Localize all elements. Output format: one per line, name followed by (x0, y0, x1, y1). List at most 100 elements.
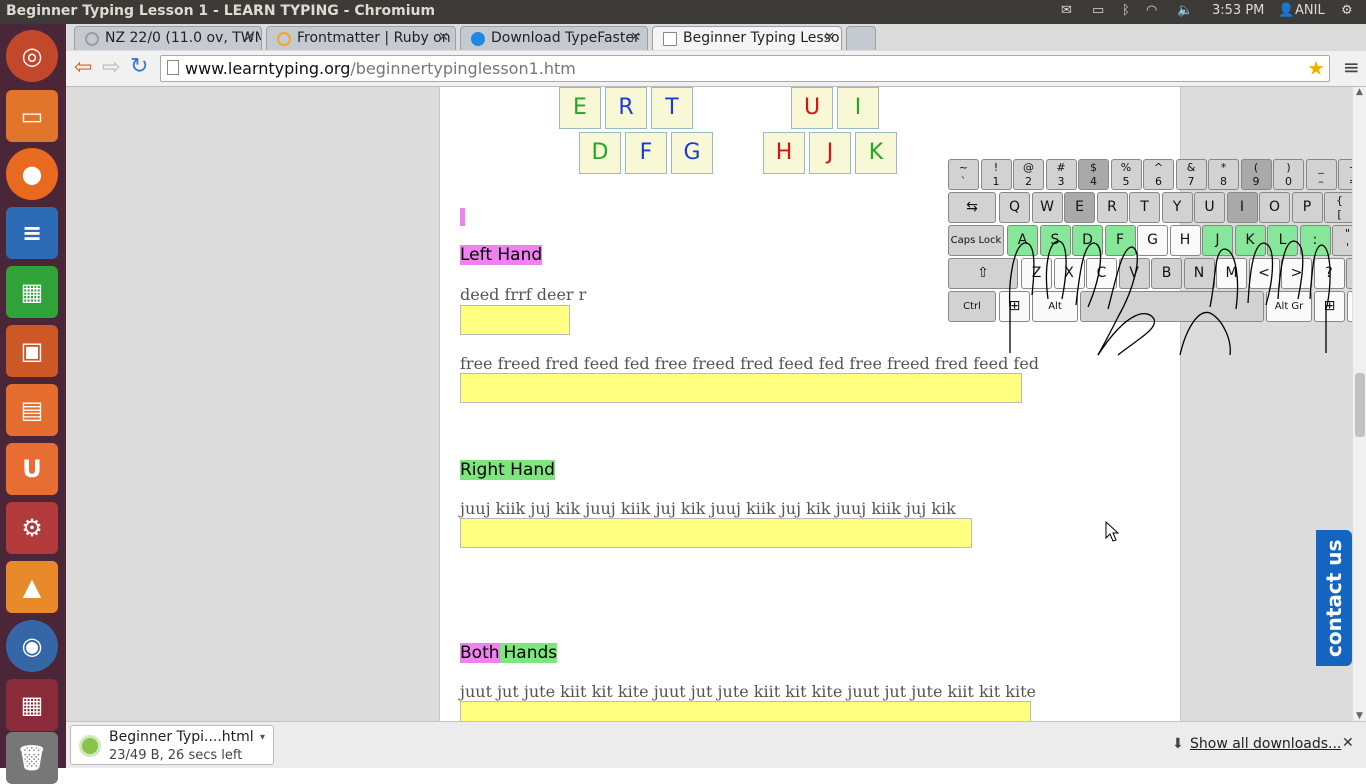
key-p: P (1291, 192, 1323, 223)
bracket-key-0: {[ (1324, 192, 1352, 223)
trash-icon[interactable]: 🗑 (6, 732, 58, 784)
both-hands-heading: Both Hands (460, 643, 558, 663)
space-key (1080, 291, 1264, 322)
ubuntu-dash-icon[interactable]: ◎ (6, 30, 58, 82)
both-drill: juut jut jute kiit kit kite juut jut jut… (460, 682, 1036, 701)
tab-beginner-typing[interactable]: Beginner Typing Lesso ✕ (652, 26, 842, 50)
page-icon (167, 60, 179, 75)
key-3: #3 (1045, 159, 1077, 190)
letter-key-t: T (651, 87, 693, 129)
key-bottom-2: C (1086, 258, 1117, 289)
left-win-key: ⊞ (999, 291, 1030, 322)
key-7: & 7 (1175, 159, 1207, 190)
download-menu-chevron-icon[interactable]: ▾ (260, 732, 265, 743)
key-home-3: F (1104, 225, 1136, 256)
show-all-downloads-link[interactable]: Show all downloads... (1190, 736, 1341, 752)
key-home-2: D (1072, 225, 1103, 256)
letter-key-h: H (763, 132, 805, 174)
close-icon[interactable]: ✕ (244, 30, 255, 45)
volume-icon[interactable]: 🔈 (1177, 3, 1193, 18)
scrollbar[interactable]: ▲ ▼ (1352, 87, 1366, 721)
key-home-6: J (1202, 225, 1233, 256)
key-home-5: H (1169, 225, 1201, 256)
tab-cricket[interactable]: NZ 22/0 (11.0 ov, TWM ✕ (74, 26, 262, 50)
forward-icon[interactable]: ⇨ (102, 55, 120, 80)
letter-key-f: F (625, 132, 667, 174)
key-bottom-6: M (1216, 258, 1247, 289)
letter-key-i: I (837, 87, 879, 129)
scroll-up-icon[interactable]: ▲ (1356, 87, 1363, 97)
left-drill-1-input[interactable] (460, 305, 570, 335)
tab-favicon-icon (471, 32, 485, 46)
menu-icon[interactable]: ≡ (1343, 55, 1360, 79)
mail-icon[interactable]: ✉ (1061, 3, 1072, 18)
key-bottom-0: Z (1021, 258, 1052, 289)
scrollbar-thumb[interactable] (1355, 373, 1365, 437)
altgr-key: Alt Gr (1266, 291, 1312, 322)
toolbar: ⇦ ⇨ ↻ www.learntyping.org/beginnertyping… (66, 51, 1366, 87)
vlc-icon[interactable]: ▲ (6, 561, 58, 613)
key-bottom-8: > (1281, 258, 1312, 289)
download-progress-icon (79, 735, 101, 757)
key-5: % 5 (1110, 159, 1142, 190)
tab-key: ⇆ (948, 192, 996, 223)
download-item[interactable]: Beginner Typi....html 23/49 B, 26 secs l… (70, 725, 274, 765)
letter-key-d: D (579, 132, 621, 174)
battery-icon[interactable]: ▭ (1092, 3, 1104, 18)
new-tab-button[interactable] (846, 26, 876, 50)
key-1: ! 1 (980, 159, 1012, 190)
left-drill-2-input[interactable] (460, 373, 1022, 403)
letter-key-g: G (671, 132, 713, 174)
impress-icon[interactable]: ▣ (6, 325, 58, 377)
close-icon[interactable]: ✕ (438, 30, 449, 45)
system-settings-icon[interactable]: ⚙ (6, 502, 58, 554)
capslock-key: Caps Lock (948, 225, 1004, 256)
wifi-icon[interactable]: ◠ (1146, 3, 1157, 18)
gear-icon[interactable]: ⚙ (1341, 3, 1353, 18)
right-win-key: ⊞ (1314, 291, 1345, 322)
close-downloads-icon[interactable]: ✕ (1342, 735, 1354, 751)
key-home-1: S (1039, 225, 1071, 256)
quote-key: " ' (1332, 225, 1352, 256)
writer-icon[interactable]: ≡ (6, 207, 58, 259)
url-path: /beginnertypinglesson1.htm (350, 59, 576, 78)
key-12: += (1338, 159, 1352, 190)
back-icon[interactable]: ⇦ (74, 55, 92, 80)
address-bar[interactable]: www.learntyping.org/beginnertypinglesson… (160, 55, 1330, 82)
chromium-icon[interactable]: ◉ (6, 620, 58, 672)
ubuntu-one-icon[interactable]: U (6, 443, 58, 495)
key-t: T (1129, 192, 1160, 223)
workspace-icon[interactable]: ▦ (6, 679, 58, 731)
bookmark-star-icon[interactable]: ★ (1307, 56, 1325, 80)
tab-frontmatter[interactable]: Frontmatter | Ruby on ✕ (266, 26, 456, 50)
right-drill-input[interactable] (460, 518, 972, 548)
close-icon[interactable]: ✕ (630, 30, 641, 45)
key-6: ^ 6 (1143, 159, 1174, 190)
firefox-icon[interactable]: ● (6, 148, 58, 200)
software-center-icon[interactable]: ▤ (6, 384, 58, 436)
close-icon[interactable]: ✕ (824, 30, 835, 45)
tab-typefaster[interactable]: Download TypeFaster ✕ (460, 26, 648, 50)
clock[interactable]: 3:53 PM (1212, 3, 1264, 18)
key-y: Y (1161, 192, 1193, 223)
both-drill-input[interactable] (460, 701, 1031, 721)
key-2: @2 (1013, 159, 1044, 190)
url-domain: www.learntyping.org (185, 59, 351, 78)
key-11: _ – (1305, 159, 1337, 190)
bluetooth-icon[interactable]: ᛒ (1122, 3, 1130, 18)
page-viewport: E R T U I D F G H J K ~ `! 1 @2 #3 $4% 5 ^ 6 & 7 * 8… (66, 87, 1352, 721)
key-w: W (1031, 192, 1063, 223)
files-icon[interactable]: ▭ (6, 90, 58, 142)
contact-us-button[interactable]: contact us (1316, 530, 1352, 666)
reload-icon[interactable]: ↻ (130, 54, 148, 79)
keyboard-diagram: ~`!1@2#3$4%5^6&7*8(9)0_–+=⟵⇆QWERTYUIOP{[… (948, 159, 1352, 356)
letter-key-u: U (791, 87, 833, 129)
key-o: O (1259, 192, 1290, 223)
calc-icon[interactable]: ▦ (6, 266, 58, 318)
scroll-down-icon[interactable]: ▼ (1356, 711, 1363, 721)
user-name[interactable]: ANIL (1295, 3, 1325, 18)
tab-favicon-icon (85, 32, 99, 46)
letter-key-e: E (559, 87, 601, 129)
user-icon[interactable]: 👤 (1278, 3, 1294, 18)
download-status: 23/49 B, 26 secs left (109, 748, 243, 763)
